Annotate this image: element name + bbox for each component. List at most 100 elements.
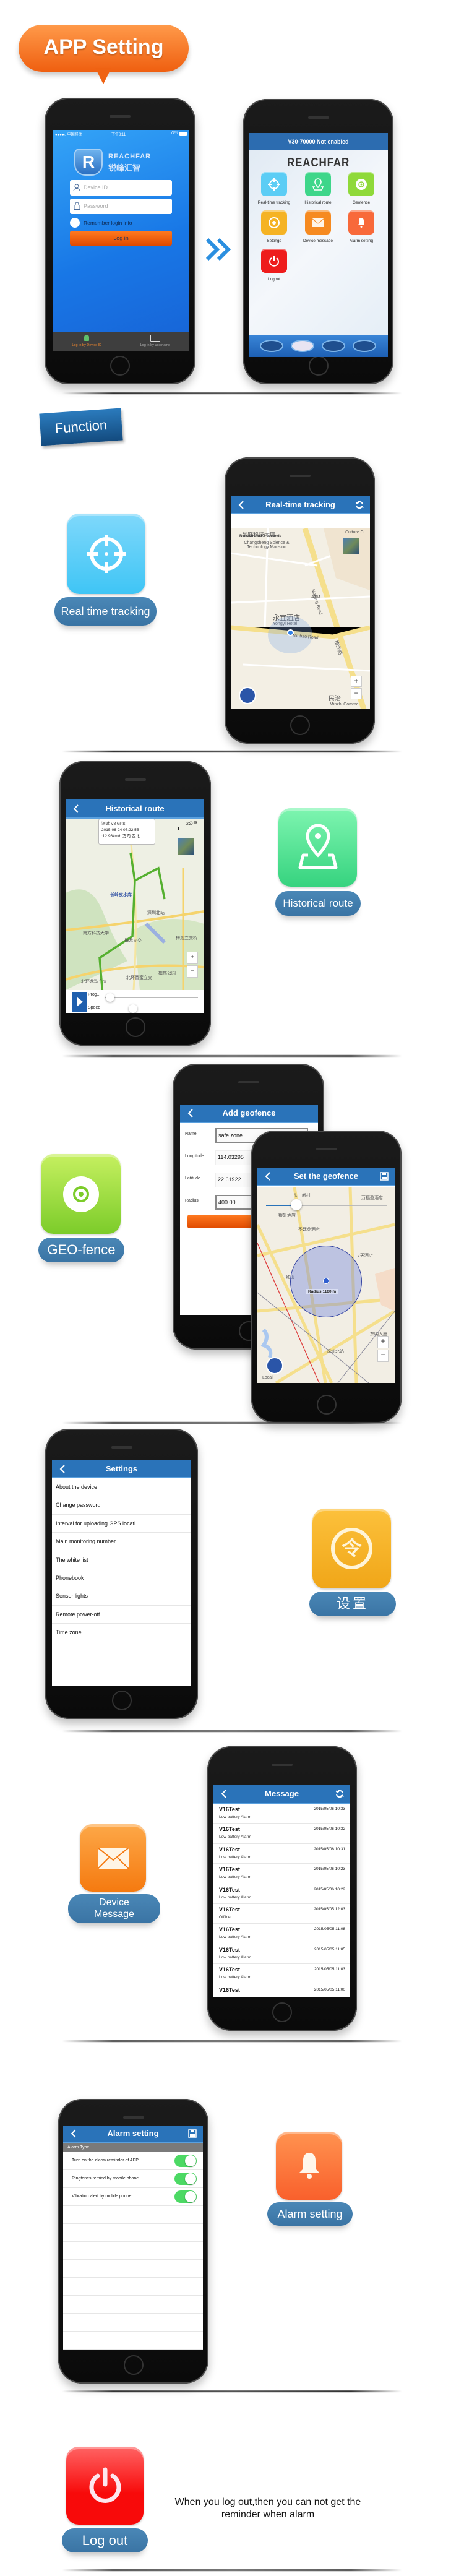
- message-feature-label: Device Message: [68, 1894, 160, 1923]
- save-icon[interactable]: [188, 2129, 197, 2138]
- message-item[interactable]: V16Test 2015/05/06 10:32 Low battery Alarm: [213, 1824, 350, 1844]
- zoom-in-button[interactable]: +: [187, 952, 198, 964]
- login-button[interactable]: Log in: [70, 231, 172, 246]
- password-input[interactable]: Password: [70, 199, 172, 214]
- alarm-title: Alarm setting: [107, 2129, 159, 2138]
- phone-messages: Message V16Test 2015/05/06 10:33 Low batte…: [207, 1746, 357, 2031]
- back-icon[interactable]: [265, 1172, 271, 1181]
- zoom-out-button[interactable]: −: [377, 1350, 389, 1362]
- settings-item-label: Phonebook: [56, 1575, 84, 1581]
- alarm-item: [63, 2206, 203, 2224]
- brand-name: REACHFAR: [108, 153, 152, 160]
- message-device: V16Test: [219, 1986, 240, 1993]
- tab-label: Log in by Device ID: [72, 343, 102, 347]
- settings-item[interactable]: Main monitoring number: [52, 1533, 191, 1551]
- remember-checkbox[interactable]: [70, 218, 80, 228]
- back-icon[interactable]: [73, 804, 79, 813]
- message-text: Low battery Alarm: [219, 1935, 252, 1940]
- back-icon[interactable]: [238, 500, 244, 509]
- realtime-map[interactable]: Refresh after 7 seconds 昌盛科技大厦 Changshen…: [231, 528, 370, 709]
- double-chevron-right-icon: [206, 238, 231, 261]
- tab-login-username[interactable]: Log in by username: [121, 332, 190, 351]
- zoom-in-button[interactable]: +: [377, 1336, 389, 1348]
- refresh-icon[interactable]: [335, 1790, 344, 1798]
- bottom-button-1[interactable]: [260, 340, 283, 352]
- historical-map[interactable]: 测试-V8 GPS 2015-06-24 07:22:55 :12.96km/h…: [66, 819, 204, 990]
- home-item-alarm[interactable]: [348, 210, 374, 235]
- message-text: Low battery Alarm: [219, 1955, 252, 1960]
- back-icon[interactable]: [71, 2129, 77, 2138]
- home-item-label: Alarm setting: [350, 239, 373, 243]
- zoom-in-button[interactable]: +: [351, 676, 362, 687]
- power-icon: [269, 256, 279, 267]
- tab-login-device-id[interactable]: Log in by Device ID: [53, 332, 121, 351]
- add-geofence-title: Add geofence: [222, 1108, 276, 1118]
- device-id-input[interactable]: Device ID: [70, 180, 172, 196]
- toggle-switch[interactable]: [174, 2155, 197, 2167]
- slider-knob[interactable]: [105, 993, 114, 1002]
- set-geofence-screen: Set the geofence 东一新村 万福盈酒店 银轩酒店 圣廷苑酒店 7…: [257, 1168, 395, 1383]
- toggle-switch[interactable]: [174, 2190, 197, 2203]
- message-item[interactable]: V16Test 2015/05/06 10:22 Low battery Alarm: [213, 1884, 350, 1904]
- settings-item[interactable]: Phonebook: [52, 1569, 191, 1588]
- satellite-toggle[interactable]: [178, 838, 194, 855]
- settings-item[interactable]: Remote power-off: [52, 1606, 191, 1624]
- settings-item[interactable]: Interval for uploading GPS locati...: [52, 1515, 191, 1533]
- alarm-item[interactable]: Vibration alert by mobile phone: [63, 2188, 203, 2206]
- message-item[interactable]: V16Test 2015/05/06 10:31 Low battery Alarm: [213, 1844, 350, 1864]
- slider-knob[interactable]: [129, 1004, 137, 1013]
- home-item-settings[interactable]: [261, 210, 287, 235]
- divider: [62, 1055, 402, 1057]
- message-item[interactable]: V16Test 2015/05/06 10:33 Low battery Alarm: [213, 1804, 350, 1824]
- home-button: [308, 356, 329, 376]
- message-item[interactable]: V16Test 2015/05/05 11:00: [213, 1984, 350, 1997]
- satellite-toggle[interactable]: [343, 538, 359, 554]
- home-button: [110, 356, 130, 376]
- progress-slider[interactable]: [105, 993, 198, 1002]
- bottom-button-3[interactable]: [322, 340, 345, 352]
- slider-knob[interactable]: [291, 1199, 302, 1210]
- map-label: 深圳北站: [147, 911, 165, 915]
- home-item-label: Geofence: [352, 200, 371, 205]
- message-item[interactable]: V16Test 2015/05/05 11:08 Low battery Alarm: [213, 1924, 350, 1944]
- home-item-message[interactable]: [305, 210, 331, 235]
- message-item[interactable]: V16Test 2015/05/05 11:05 Low battery Alarm: [213, 1944, 350, 1965]
- bottom-button-2[interactable]: [291, 340, 314, 352]
- home-item-historical[interactable]: [305, 172, 331, 196]
- home-item-logout[interactable]: [261, 249, 287, 273]
- home-item-geofence[interactable]: [348, 172, 374, 196]
- alarm-feature-label: Alarm setting: [267, 2202, 353, 2226]
- settings-item-label: Time zone: [56, 1629, 82, 1636]
- settings-item[interactable]: The white list: [52, 1551, 191, 1569]
- settings-item[interactable]: Change password: [52, 1496, 191, 1515]
- back-icon[interactable]: [59, 1464, 66, 1473]
- message-item[interactable]: V16Test 2015/05/05 12:03 Offline: [213, 1904, 350, 1924]
- zoom-out-button[interactable]: −: [187, 965, 198, 978]
- message-item[interactable]: V16Test 2015/05/06 10:23 Low battery Alarm: [213, 1864, 350, 1884]
- alarm-item[interactable]: Ringtones remind by mobile phone: [63, 2170, 203, 2188]
- settings-item[interactable]: Sensor lights: [52, 1587, 191, 1606]
- save-icon[interactable]: [380, 1172, 389, 1181]
- settings-item[interactable]: Time zone: [52, 1624, 191, 1642]
- geofence-map[interactable]: 东一新村 万福盈酒店 银轩酒店 圣廷苑酒店 7天酒店 红山 Radius 110…: [257, 1187, 395, 1383]
- message-item[interactable]: V16Test 2015/05/05 11:03 Low battery Alarm: [213, 1964, 350, 1984]
- map-pin-icon: [312, 178, 324, 191]
- people-icon[interactable]: [266, 1357, 283, 1374]
- radius-slider[interactable]: [266, 1199, 387, 1210]
- alarm-item: [63, 2314, 203, 2332]
- settings-item[interactable]: About the device: [52, 1478, 191, 1497]
- toggle-switch[interactable]: [174, 2173, 197, 2185]
- people-icon[interactable]: [239, 687, 256, 704]
- zoom-out-button[interactable]: −: [351, 688, 362, 699]
- play-button[interactable]: [72, 992, 87, 1012]
- playback-controls: Prog... Speed: [66, 990, 204, 1013]
- map-label: 南方科技大学: [83, 931, 109, 936]
- home-item-realtime[interactable]: [261, 172, 287, 196]
- bottom-button-4[interactable]: [353, 340, 376, 352]
- refresh-icon[interactable]: [355, 501, 364, 509]
- alarm-item[interactable]: Turn on the alarm reminder of APP: [63, 2152, 203, 2170]
- divider: [62, 392, 402, 394]
- back-icon[interactable]: [187, 1109, 194, 1118]
- back-icon[interactable]: [221, 1789, 227, 1798]
- map-label: 北环香蜜立交: [126, 976, 152, 980]
